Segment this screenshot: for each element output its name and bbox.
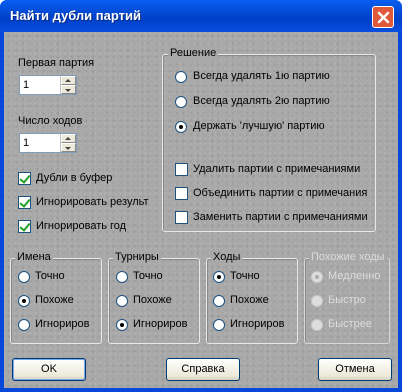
- duplicates-to-buffer-label: Дубли в буфер: [36, 172, 113, 184]
- window-title: Найти дубли партий: [10, 8, 141, 23]
- close-icon: [377, 11, 390, 24]
- merge-annotated-checkbox[interactable]: [175, 187, 188, 200]
- names-group-title: Имена: [15, 251, 53, 263]
- cancel-button[interactable]: Отмена: [318, 358, 392, 381]
- merge-annotated-label: Объединить партии с примечания: [193, 187, 368, 199]
- dialog-window: Найти дубли партий Первая партия 1 Число…: [0, 0, 402, 392]
- delete-annotated-checkbox[interactable]: [175, 163, 188, 176]
- names-ignore-label: Игнориров: [35, 318, 90, 330]
- moves-count-label: Число ходов: [18, 115, 83, 127]
- names-similar-label: Похоже: [35, 294, 74, 306]
- decision-group-title: Решение: [168, 47, 219, 59]
- moves-ignore-radio[interactable]: [213, 319, 225, 331]
- moves-similar-radio[interactable]: [213, 295, 225, 307]
- names-similar-radio[interactable]: [18, 295, 30, 307]
- spin-up-icon[interactable]: [61, 76, 76, 85]
- similar-moves-faster-radio[interactable]: [311, 319, 323, 331]
- names-ignore-radio[interactable]: [18, 319, 30, 331]
- tournaments-group-title: Турниры: [113, 251, 161, 263]
- tournaments-exact-radio[interactable]: [116, 271, 128, 283]
- ignore-result-label: Игнорировать результ: [36, 196, 149, 208]
- replace-annotated-checkbox[interactable]: [175, 211, 188, 224]
- tournaments-similar-label: Похоже: [133, 294, 172, 306]
- spin-up-icon[interactable]: [61, 134, 76, 143]
- similar-moves-slow-radio[interactable]: [311, 271, 323, 283]
- names-exact-radio[interactable]: [18, 271, 30, 283]
- ignore-year-label: Игнорировать год: [36, 220, 127, 232]
- always-delete-second-label: Всегда удалять 2ю партию: [193, 95, 330, 107]
- tournaments-ignore-label: Игнориров: [133, 318, 188, 330]
- similar-moves-slow-label: Медленно: [328, 270, 381, 282]
- delete-annotated-label: Удалить партии с примечаниями: [193, 163, 361, 175]
- close-button[interactable]: [372, 6, 394, 28]
- always-delete-first-radio[interactable]: [175, 71, 187, 83]
- tournaments-similar-radio[interactable]: [116, 295, 128, 307]
- duplicates-to-buffer-checkbox[interactable]: [18, 172, 31, 185]
- first-game-label: Первая партия: [18, 57, 95, 69]
- dialog-body: Первая партия 1 Число ходов 1 Дубли в бу…: [4, 32, 398, 388]
- replace-annotated-label: Заменить партии с примечаниями: [193, 211, 368, 223]
- moves-count-spinner[interactable]: 1: [19, 133, 77, 153]
- moves-group-title: Ходы: [211, 251, 243, 263]
- keep-best-label: Держать 'лучшую' партию: [193, 120, 325, 132]
- first-game-spinner[interactable]: 1: [19, 75, 77, 95]
- always-delete-first-label: Всегда удалять 1ю партию: [193, 70, 330, 82]
- title-bar[interactable]: Найти дубли партий: [0, 0, 402, 32]
- spin-down-icon[interactable]: [61, 85, 76, 94]
- always-delete-second-radio[interactable]: [175, 96, 187, 108]
- moves-exact-radio[interactable]: [213, 271, 225, 283]
- ignore-year-checkbox[interactable]: [18, 220, 31, 233]
- ok-button[interactable]: OK: [12, 358, 86, 381]
- moves-ignore-label: Игнориров: [230, 318, 285, 330]
- similar-moves-fast-radio[interactable]: [311, 295, 323, 307]
- similar-moves-fast-label: Быстро: [328, 294, 366, 306]
- names-exact-label: Точно: [35, 270, 65, 282]
- spin-down-icon[interactable]: [61, 143, 76, 152]
- moves-count-value: 1: [23, 137, 30, 149]
- help-button[interactable]: Справка: [166, 358, 240, 381]
- tournaments-ignore-radio[interactable]: [116, 319, 128, 331]
- moves-similar-label: Похоже: [230, 294, 269, 306]
- similar-moves-faster-label: Быстрее: [328, 318, 373, 330]
- tournaments-exact-label: Точно: [133, 270, 163, 282]
- first-game-value: 1: [23, 79, 30, 91]
- ignore-result-checkbox[interactable]: [18, 196, 31, 209]
- moves-exact-label: Точно: [230, 270, 260, 282]
- keep-best-radio[interactable]: [175, 121, 187, 133]
- similar-moves-group-title: Похожие ходы: [309, 251, 387, 263]
